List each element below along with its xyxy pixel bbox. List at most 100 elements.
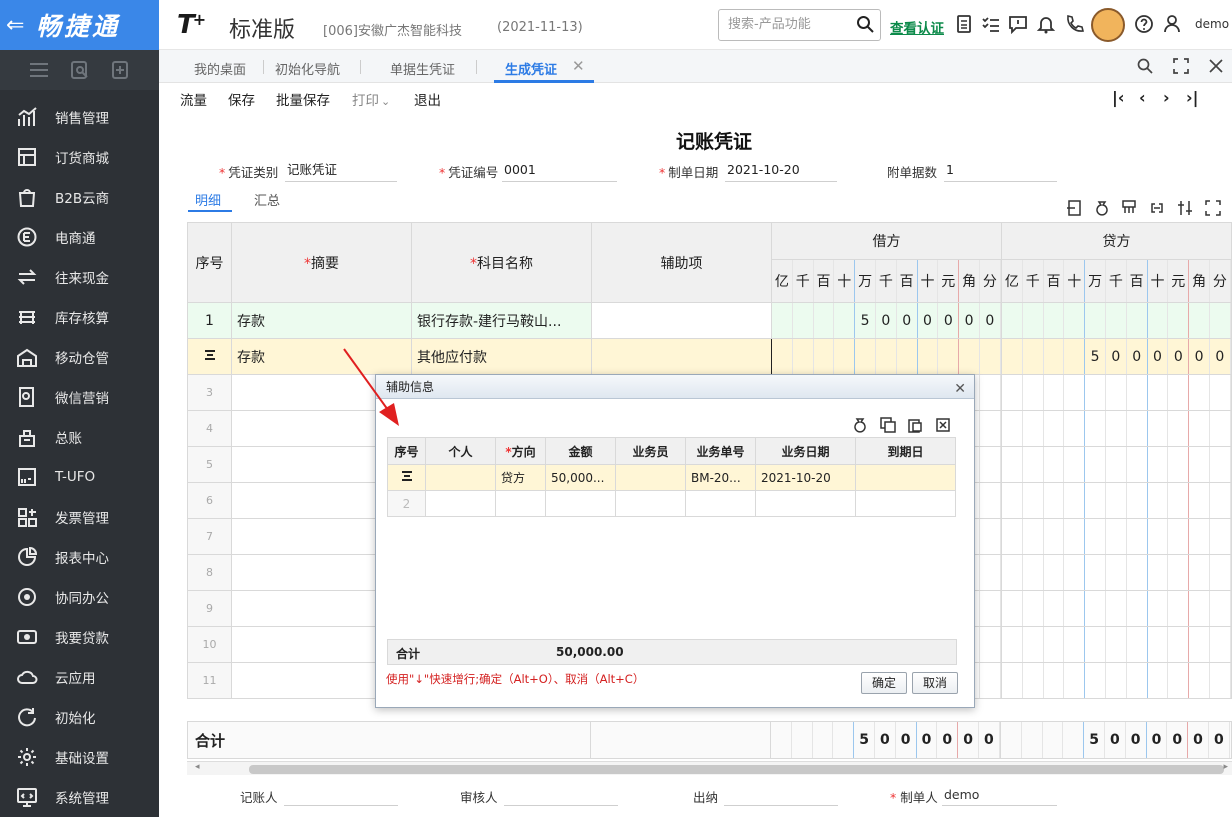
menu-icon[interactable] xyxy=(29,61,49,79)
subtab-summary[interactable]: 汇总 xyxy=(254,190,280,209)
tab-search-icon[interactable] xyxy=(1137,58,1153,74)
exit-button[interactable]: 退出 xyxy=(414,89,441,109)
prev-record-icon[interactable]: ‹ xyxy=(1139,88,1146,107)
row-credit-cell[interactable] xyxy=(1001,554,1232,591)
product-search-input[interactable]: 搜索-产品功能 xyxy=(718,9,881,41)
first-record-icon[interactable]: |‹ xyxy=(1112,88,1124,107)
money-bag-icon[interactable] xyxy=(852,417,868,433)
table-row[interactable]: 存款 其他应付款 5 0 0 0 0 0 0 xyxy=(187,338,1232,375)
row-credit-cell[interactable] xyxy=(1001,446,1232,483)
dlg-biz-date-cell[interactable]: 2021-10-20 xyxy=(755,464,856,491)
close-all-icon[interactable] xyxy=(1208,58,1224,74)
sidebar-item[interactable]: 往来现金 xyxy=(0,257,159,297)
username[interactable]: demo xyxy=(1195,17,1229,31)
dlg-biz-date-cell[interactable] xyxy=(755,490,856,517)
verify-link[interactable]: 查看认证 xyxy=(890,17,944,37)
row-credit-cell[interactable] xyxy=(1001,662,1232,699)
sidebar-item[interactable]: 订货商城 xyxy=(0,137,159,177)
row-debit-cell[interactable] xyxy=(771,338,1002,375)
copy-row-icon[interactable] xyxy=(880,417,896,433)
sidebar-item[interactable]: 销售管理 xyxy=(0,97,159,137)
dlg-salesman-cell[interactable] xyxy=(615,464,686,491)
row-aux-cell[interactable] xyxy=(591,338,772,375)
tab-generate-voucher[interactable]: 生成凭证 xyxy=(505,59,557,78)
sidebar-item[interactable]: 协同办公 xyxy=(0,577,159,617)
bell-icon[interactable] xyxy=(1036,14,1056,34)
row-seq-cell[interactable]: 9 xyxy=(187,590,232,627)
print-button[interactable]: 打印 ⌄ xyxy=(352,89,390,109)
row-summary-cell[interactable]: 存款 xyxy=(231,302,412,339)
add-doc-icon[interactable] xyxy=(111,60,131,80)
next-record-icon[interactable]: › xyxy=(1163,88,1170,107)
row-seq-cell[interactable]: 1 xyxy=(187,302,232,339)
adjust-icon[interactable] xyxy=(1177,200,1193,216)
row-credit-cell[interactable] xyxy=(1001,626,1232,663)
expand-icon[interactable] xyxy=(1205,200,1221,216)
sidebar-item[interactable]: 库存核算 xyxy=(0,297,159,337)
subtab-detail[interactable]: 明细 xyxy=(195,190,221,209)
dlg-doc-no-cell[interactable] xyxy=(685,490,756,517)
user-icon[interactable] xyxy=(1162,14,1182,34)
row-credit-cell[interactable] xyxy=(1001,518,1232,555)
row-seq-cell[interactable]: 11 xyxy=(187,662,232,699)
sidebar-item[interactable]: 总账 xyxy=(0,417,159,457)
sidebar-item[interactable]: 电商通 xyxy=(0,217,159,257)
paste-icon[interactable] xyxy=(907,417,923,433)
search-icon[interactable] xyxy=(856,15,874,33)
money-bag-icon[interactable] xyxy=(1094,200,1110,216)
row-pointer-icon[interactable] xyxy=(387,464,426,491)
row-seq-cell[interactable]: 5 xyxy=(187,446,232,483)
ok-button[interactable]: 确定 xyxy=(861,672,907,694)
sidebar-item[interactable]: 我要贷款 xyxy=(0,617,159,657)
voucher-date-field[interactable]: 2021-10-20 xyxy=(725,161,837,182)
batch-save-button[interactable]: 批量保存 xyxy=(276,89,330,109)
table-row[interactable]: 贷方 50,000... BM-20... 2021-10-20 xyxy=(387,464,956,491)
dlg-person-cell[interactable] xyxy=(425,464,496,491)
link-icon[interactable] xyxy=(1149,200,1165,216)
row-debit-cell[interactable]: 5000000 xyxy=(771,302,1002,339)
dlg-due-date-cell[interactable] xyxy=(855,490,956,517)
row-credit-cell[interactable] xyxy=(1001,374,1232,411)
voucher-no-field[interactable]: 0001 xyxy=(502,161,617,182)
tab-init-guide[interactable]: 初始化导航 xyxy=(275,59,340,78)
fullscreen-icon[interactable] xyxy=(1173,58,1189,74)
scroll-left-icon[interactable]: ◂ xyxy=(195,762,200,772)
calculator-icon[interactable] xyxy=(954,14,974,34)
row-seq-cell[interactable]: 8 xyxy=(187,554,232,591)
row-credit-cell[interactable]: 5000000 xyxy=(1001,338,1232,375)
auditor-field[interactable] xyxy=(504,805,618,806)
dlg-person-cell[interactable] xyxy=(425,490,496,517)
sidebar-item[interactable]: 系统管理 xyxy=(0,777,159,817)
dialog-close-icon[interactable]: ✕ xyxy=(954,377,966,401)
row-aux-cell[interactable] xyxy=(591,302,772,339)
dlg-doc-no-cell[interactable]: BM-20... xyxy=(685,464,756,491)
scroll-right-icon[interactable]: ▸ xyxy=(1223,762,1228,772)
row-seq-cell[interactable]: 3 xyxy=(187,374,232,411)
save-button[interactable]: 保存 xyxy=(228,89,255,109)
org-chart-icon[interactable] xyxy=(1121,200,1137,216)
row-pointer-icon[interactable] xyxy=(187,338,232,375)
tab-close-icon[interactable]: ✕ xyxy=(572,57,585,75)
row-seq-cell[interactable]: 4 xyxy=(187,410,232,447)
insert-row-icon[interactable] xyxy=(1066,200,1082,216)
tab-my-desktop[interactable]: 我的桌面 xyxy=(194,59,246,78)
sidebar-item[interactable]: 初始化 xyxy=(0,697,159,737)
row-account-cell[interactable]: 银行存款-建行马鞍山... xyxy=(411,302,592,339)
scroll-thumb[interactable] xyxy=(249,765,1224,774)
dlg-amount-cell[interactable] xyxy=(545,490,616,517)
tab-doc-to-voucher[interactable]: 单据生凭证 xyxy=(390,59,455,78)
row-credit-cell[interactable] xyxy=(1001,482,1232,519)
dlg-direction-cell[interactable] xyxy=(495,490,546,517)
row-credit-cell[interactable] xyxy=(1001,302,1232,339)
row-credit-cell[interactable] xyxy=(1001,590,1232,627)
row-account-cell[interactable]: 其他应付款 xyxy=(411,338,592,375)
app-logo[interactable]: ⇐ 畅捷通 xyxy=(0,0,159,50)
sidebar-item[interactable]: 移动仓管 xyxy=(0,337,159,377)
row-summary-cell[interactable]: 存款 xyxy=(231,338,412,375)
row-credit-cell[interactable] xyxy=(1001,410,1232,447)
search-doc-icon[interactable] xyxy=(70,60,90,80)
sidebar-item[interactable]: 发票管理 xyxy=(0,497,159,537)
horizontal-scrollbar[interactable]: ◂ ▸ xyxy=(187,761,1232,775)
sidebar-item[interactable]: T-UFO xyxy=(0,457,159,497)
help-icon[interactable] xyxy=(1134,14,1154,34)
